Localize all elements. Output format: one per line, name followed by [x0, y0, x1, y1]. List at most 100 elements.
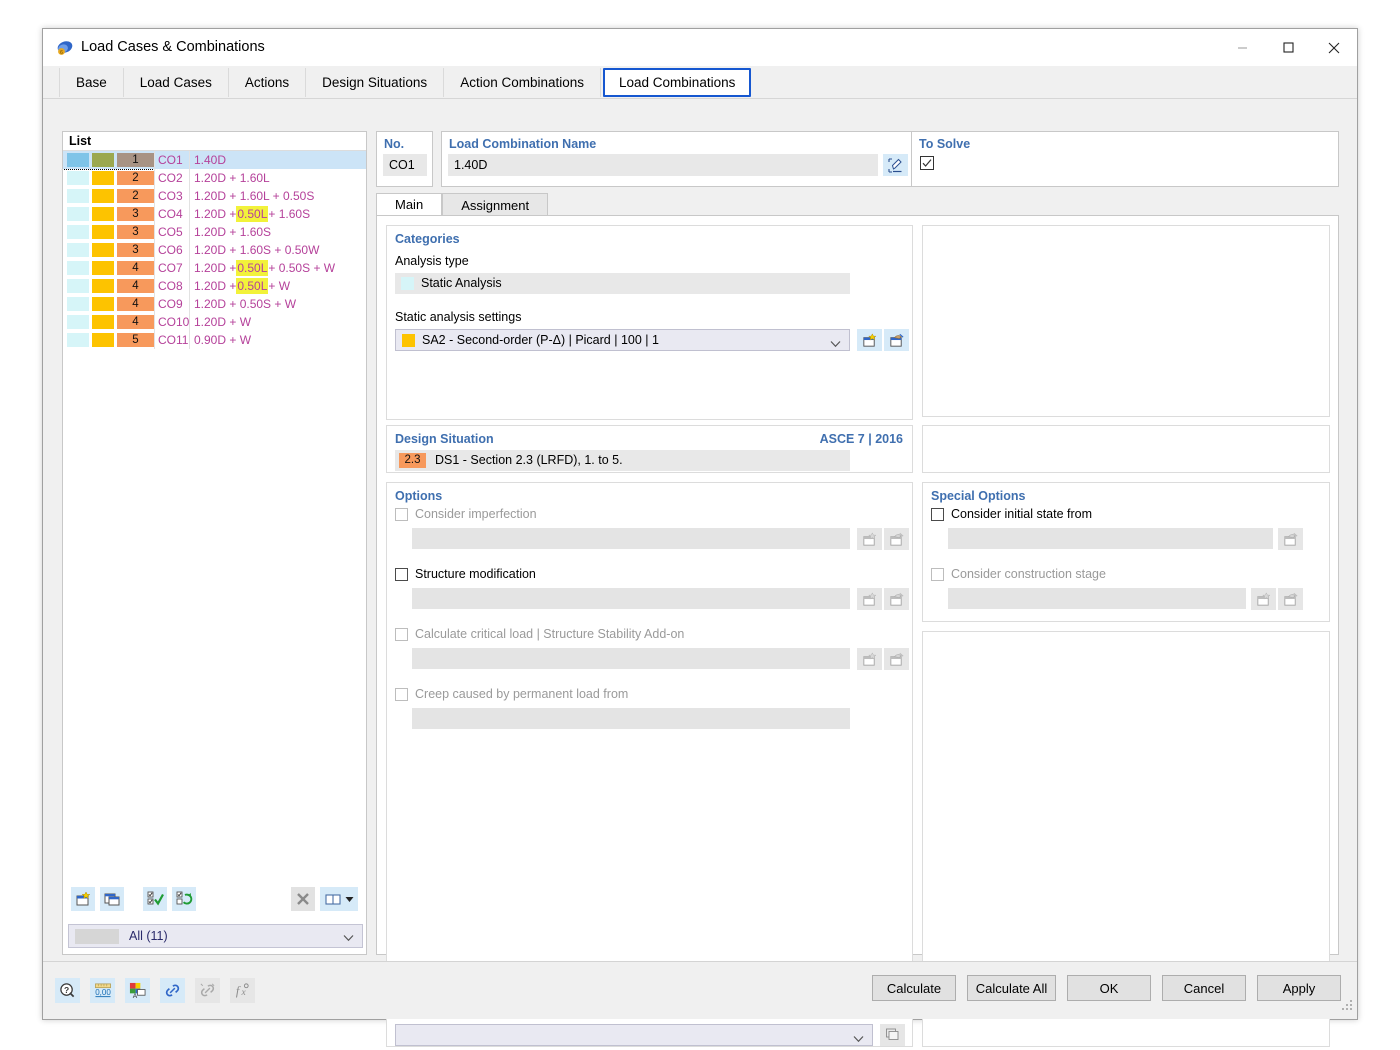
row-description: 1.20D + 1.60S: [189, 223, 366, 241]
list-item[interactable]: 5 CO11 0.90D + W: [63, 331, 366, 349]
new-stability-icon[interactable]: [857, 648, 882, 670]
display-properties-icon[interactable]: A: [125, 978, 150, 1003]
link-icon[interactable]: [160, 978, 185, 1003]
button-label: Calculate: [886, 980, 942, 996]
list-item[interactable]: 4 CO7 1.20D + 0.50L + 0.50S + W: [63, 259, 366, 277]
apply-button[interactable]: Apply: [1257, 975, 1341, 1001]
view-mode-split-icon[interactable]: [320, 887, 358, 911]
checkbox[interactable]: [395, 567, 408, 581]
list-item[interactable]: 4 CO10 1.20D + W: [63, 313, 366, 331]
list-body[interactable]: 1 CO1 1.40D 2 CO2 1.20D + 1.60L 2 CO3 1.20D + 1.…: [63, 151, 366, 896]
list-item[interactable]: 3 CO6 1.20D + 1.60S + 0.50W: [63, 241, 366, 259]
row-number: CO5: [154, 223, 189, 241]
design-situation-number-badge: 3: [117, 225, 154, 239]
app-icon: 6: [56, 39, 74, 57]
comment-input[interactable]: [395, 1024, 873, 1046]
edit-imperfection-icon[interactable]: [884, 528, 909, 550]
options-title: Options: [395, 489, 443, 503]
list-filter-dropdown[interactable]: All (11): [68, 924, 363, 948]
analysis-settings-color-swatch: [92, 297, 114, 311]
list-item[interactable]: 2 CO3 1.20D + 1.60L + 0.50S: [63, 187, 366, 205]
option-checkbox-row: Consider imperfection: [395, 507, 537, 521]
list-item[interactable]: 4 CO8 1.20D + 0.50L + W: [63, 277, 366, 295]
checkbox[interactable]: [931, 507, 944, 521]
row-color-swatches: 2: [63, 169, 154, 187]
tab-load-cases[interactable]: Load Cases: [123, 68, 229, 97]
calculate-all-button[interactable]: Calculate All: [967, 975, 1056, 1001]
row-description: 1.20D + 1.60L: [189, 169, 366, 187]
categories-group: Categories Analysis type Static Analysis…: [386, 225, 913, 420]
load-case-color-swatch: [67, 189, 89, 203]
resize-grip-icon[interactable]: [1341, 998, 1353, 1016]
tab-base[interactable]: Base: [59, 68, 124, 97]
list-item[interactable]: 1 CO1 1.40D: [63, 151, 366, 170]
analysis-settings-color-swatch: [92, 189, 114, 203]
minimize-button[interactable]: [1219, 29, 1265, 66]
row-color-swatches: 3: [63, 241, 154, 259]
comment-templates-icon[interactable]: [880, 1024, 905, 1046]
row-number: CO1: [154, 151, 189, 169]
list-toolbar: [63, 880, 366, 918]
tab-action-combinations[interactable]: Action Combinations: [444, 68, 602, 97]
inner-tab-assignment[interactable]: Assignment: [442, 193, 549, 216]
close-button[interactable]: [1311, 29, 1357, 66]
invert-selection-icon[interactable]: [172, 887, 196, 911]
formula-icon[interactable]: fx: [230, 978, 255, 1003]
edit-structure-modification-icon[interactable]: [884, 588, 909, 610]
static-analysis-settings-select[interactable]: SA2 - Second-order (P-Δ) | Picard | 100 …: [395, 329, 850, 351]
checkbox: [395, 687, 408, 701]
new-construction-stage-icon[interactable]: [1251, 588, 1276, 610]
edit-stability-icon[interactable]: [884, 648, 909, 670]
design-situation-number-badge: 3: [117, 207, 154, 221]
select-all-icon[interactable]: [143, 887, 167, 911]
design-situation-number-badge: 5: [117, 333, 154, 347]
row-color-swatches: 1: [63, 151, 155, 170]
edit-settings-icon[interactable]: [884, 329, 909, 351]
copy-load-combination-icon[interactable]: [100, 887, 124, 911]
edit-construction-stage-icon[interactable]: [1278, 588, 1303, 610]
maximize-button[interactable]: [1265, 29, 1311, 66]
option-checkbox-row[interactable]: Structure modification: [395, 567, 536, 581]
combination-name-input[interactable]: 1.40D: [448, 154, 878, 176]
special-options-group: Special Options Consider initial state f…: [922, 482, 1330, 622]
new-load-combination-icon[interactable]: [71, 887, 95, 911]
new-structure-modification-icon[interactable]: [857, 588, 882, 610]
button-label: Calculate All: [975, 980, 1048, 996]
special-option-checkbox-row[interactable]: Consider initial state from: [931, 507, 1092, 521]
edit-initial-state-icon[interactable]: [1278, 528, 1303, 550]
ok-button[interactable]: OK: [1067, 975, 1151, 1001]
design-situation-number-badge: 4: [117, 279, 154, 293]
row-number: CO4: [154, 205, 189, 223]
calculate-button[interactable]: Calculate: [872, 975, 956, 1001]
tab-load-combinations[interactable]: Load Combinations: [603, 68, 752, 97]
option-checkbox-row: Creep caused by permanent load from: [395, 687, 628, 701]
new-settings-icon[interactable]: [857, 329, 882, 351]
delete-icon[interactable]: [291, 887, 315, 911]
help-info-icon[interactable]: ?: [55, 978, 80, 1003]
row-number: CO2: [154, 169, 189, 187]
option-label: Consider imperfection: [415, 507, 537, 521]
load-combination-list-panel: List 1 CO1 1.40D 2 CO2 1.20D + 1.60L 2 CO3 1.20D…: [62, 131, 367, 955]
cancel-button[interactable]: Cancel: [1162, 975, 1246, 1001]
edit-pencil-icon[interactable]: [883, 154, 908, 176]
new-imperfection-icon[interactable]: [857, 528, 882, 550]
term: 1.20D + 1.60L + 0.50S: [194, 189, 315, 203]
design-situation-number-badge: 3: [117, 243, 154, 257]
row-description: 1.40D: [189, 151, 366, 169]
tab-design-situations[interactable]: Design Situations: [306, 68, 445, 97]
list-item[interactable]: 3 CO4 1.20D + 0.50L + 1.60S: [63, 205, 366, 223]
analysis-settings-color-swatch: [92, 207, 114, 221]
list-item[interactable]: 4 CO9 1.20D + 0.50S + W: [63, 295, 366, 313]
tab-actions[interactable]: Actions: [228, 68, 307, 97]
option-field: [412, 528, 850, 549]
to-solve-checkbox[interactable]: [920, 156, 934, 175]
checkbox: [395, 507, 408, 521]
inner-tab-main[interactable]: Main: [376, 193, 443, 216]
list-item[interactable]: 2 CO2 1.20D + 1.60L: [63, 169, 366, 187]
numeric-format-icon[interactable]: 0,00: [90, 978, 115, 1003]
static-analysis-settings-label: Static analysis settings: [395, 310, 522, 324]
relations-icon[interactable]: [195, 978, 220, 1003]
list-item[interactable]: 3 CO5 1.20D + 1.60S: [63, 223, 366, 241]
load-case-color-swatch: [67, 297, 89, 311]
row-number: CO9: [154, 295, 189, 313]
